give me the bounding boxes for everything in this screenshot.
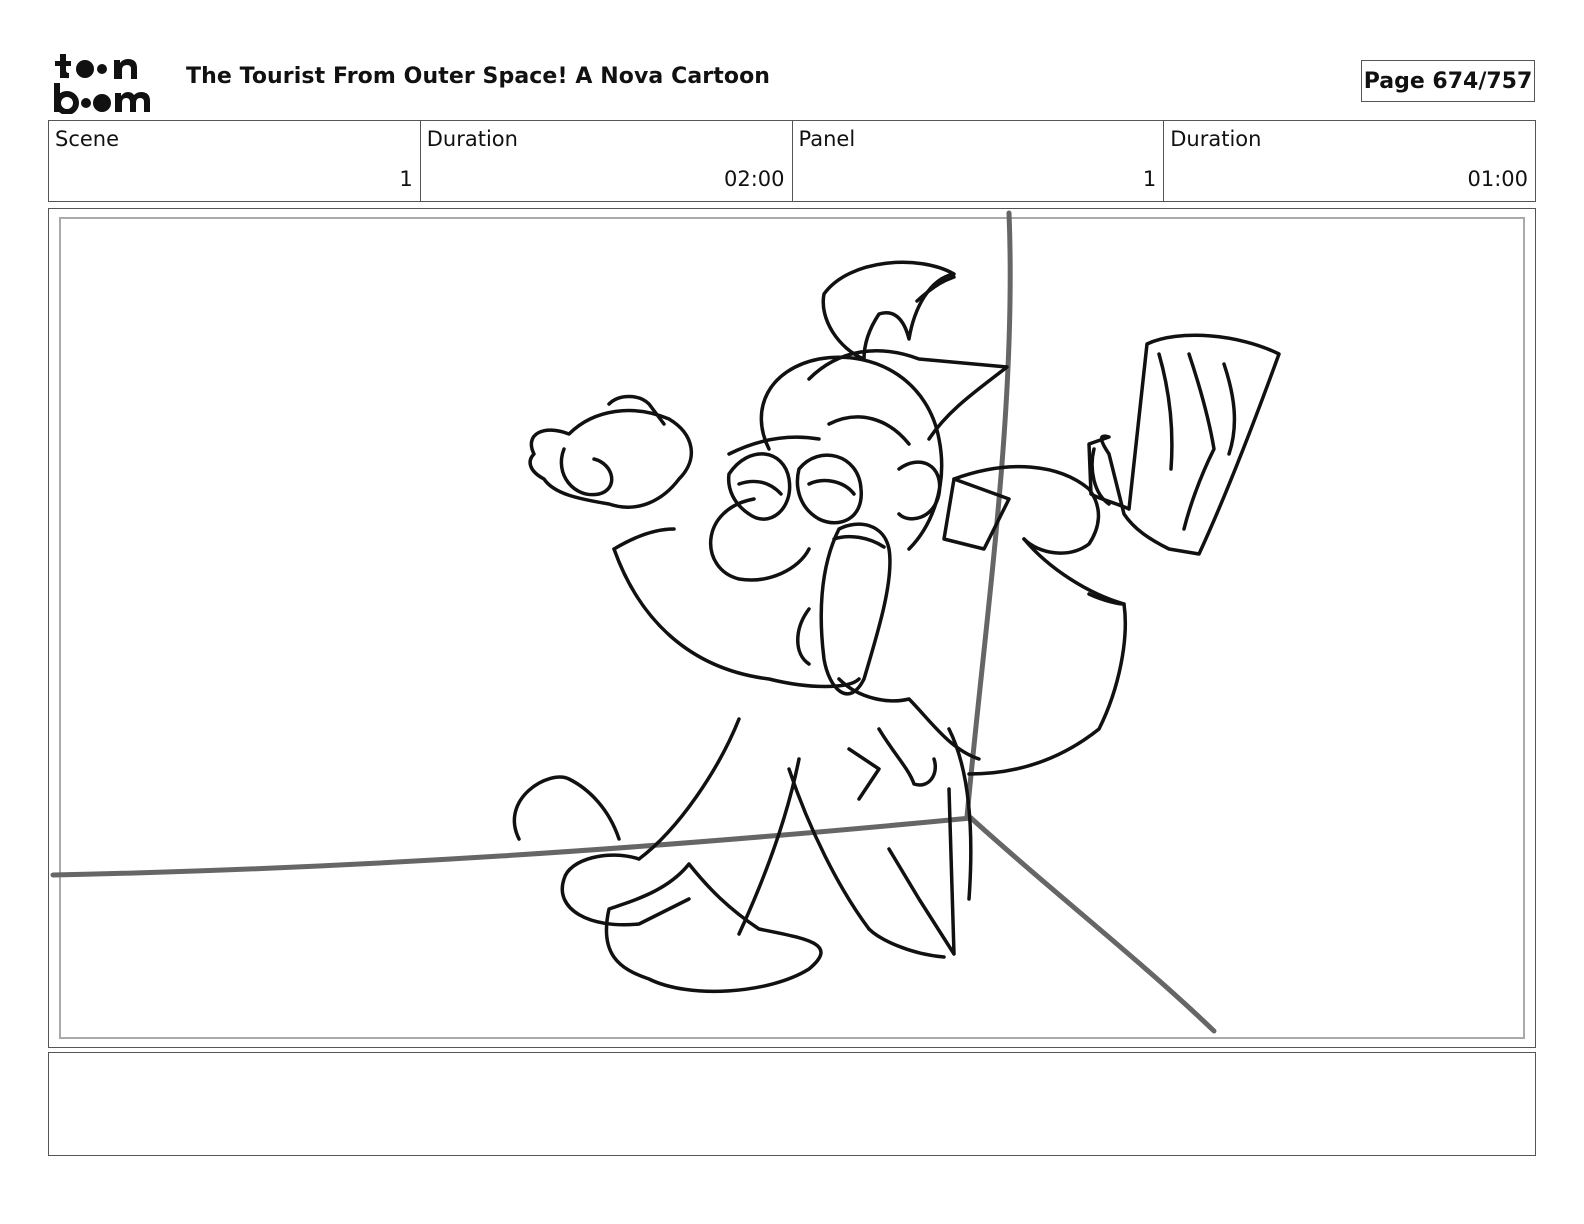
project-title: The Tourist From Outer Space! A Nova Car… xyxy=(186,64,771,89)
floor-line-right xyxy=(968,815,1217,1034)
hair-back xyxy=(807,349,1009,441)
wall-corner-line xyxy=(964,210,1013,820)
device-body xyxy=(1087,333,1281,556)
shirt-front xyxy=(847,747,881,801)
eyelid-left xyxy=(737,479,783,496)
scene-duration-value: 02:00 xyxy=(723,167,785,191)
cuff-left xyxy=(612,527,676,551)
device-detail-2 xyxy=(1182,352,1216,531)
scene-label: Scene xyxy=(55,127,120,151)
eyelid-right xyxy=(807,478,856,496)
eye-left xyxy=(726,452,792,521)
shoe-left-back xyxy=(560,853,691,927)
panel-duration-label: Duration xyxy=(1170,127,1262,151)
scene-value: 1 xyxy=(399,167,413,191)
shoe-right xyxy=(867,927,946,959)
pants-right xyxy=(887,787,956,956)
knee-left xyxy=(512,775,621,841)
shoe-left-front xyxy=(604,862,823,994)
panel-label: Panel xyxy=(798,127,856,151)
bow-tie xyxy=(877,727,937,787)
panel-value: 1 xyxy=(1142,167,1157,191)
panel-duration-cell: Duration 01:00 xyxy=(1164,121,1535,201)
scene-cell: Scene 1 xyxy=(49,121,421,201)
device-detail-1 xyxy=(1157,352,1174,471)
device-detail-3 xyxy=(1222,362,1237,456)
scene-duration-label: Duration xyxy=(426,127,518,151)
hair-quiff xyxy=(821,260,956,361)
scene-duration-cell: Duration 02:00 xyxy=(421,121,793,201)
mouth-teeth xyxy=(832,534,886,549)
storyboard-sketch xyxy=(50,210,1281,1034)
fist-left-thumb xyxy=(559,447,614,497)
caption-box xyxy=(48,1052,1536,1156)
hair-stroke xyxy=(915,275,956,303)
brow-right xyxy=(827,415,911,446)
panel-cell: Panel 1 xyxy=(793,121,1165,201)
toon-boom-logo xyxy=(52,52,164,114)
storyboard-panel xyxy=(48,208,1536,1048)
torso-left xyxy=(737,757,801,936)
cuff-right xyxy=(1087,592,1126,606)
open-mouth xyxy=(819,522,892,696)
leg-right xyxy=(787,767,871,931)
fist-left xyxy=(528,408,694,509)
nose xyxy=(708,497,811,582)
chin-left xyxy=(796,607,811,666)
brow-left xyxy=(727,435,821,456)
page-number: Page 674/757 xyxy=(1361,60,1535,102)
panel-info-row: Scene 1 Duration 02:00 Panel 1 Duration … xyxy=(48,120,1536,202)
floor-line-left xyxy=(50,815,974,878)
panel-duration-value: 01:00 xyxy=(1467,167,1528,191)
